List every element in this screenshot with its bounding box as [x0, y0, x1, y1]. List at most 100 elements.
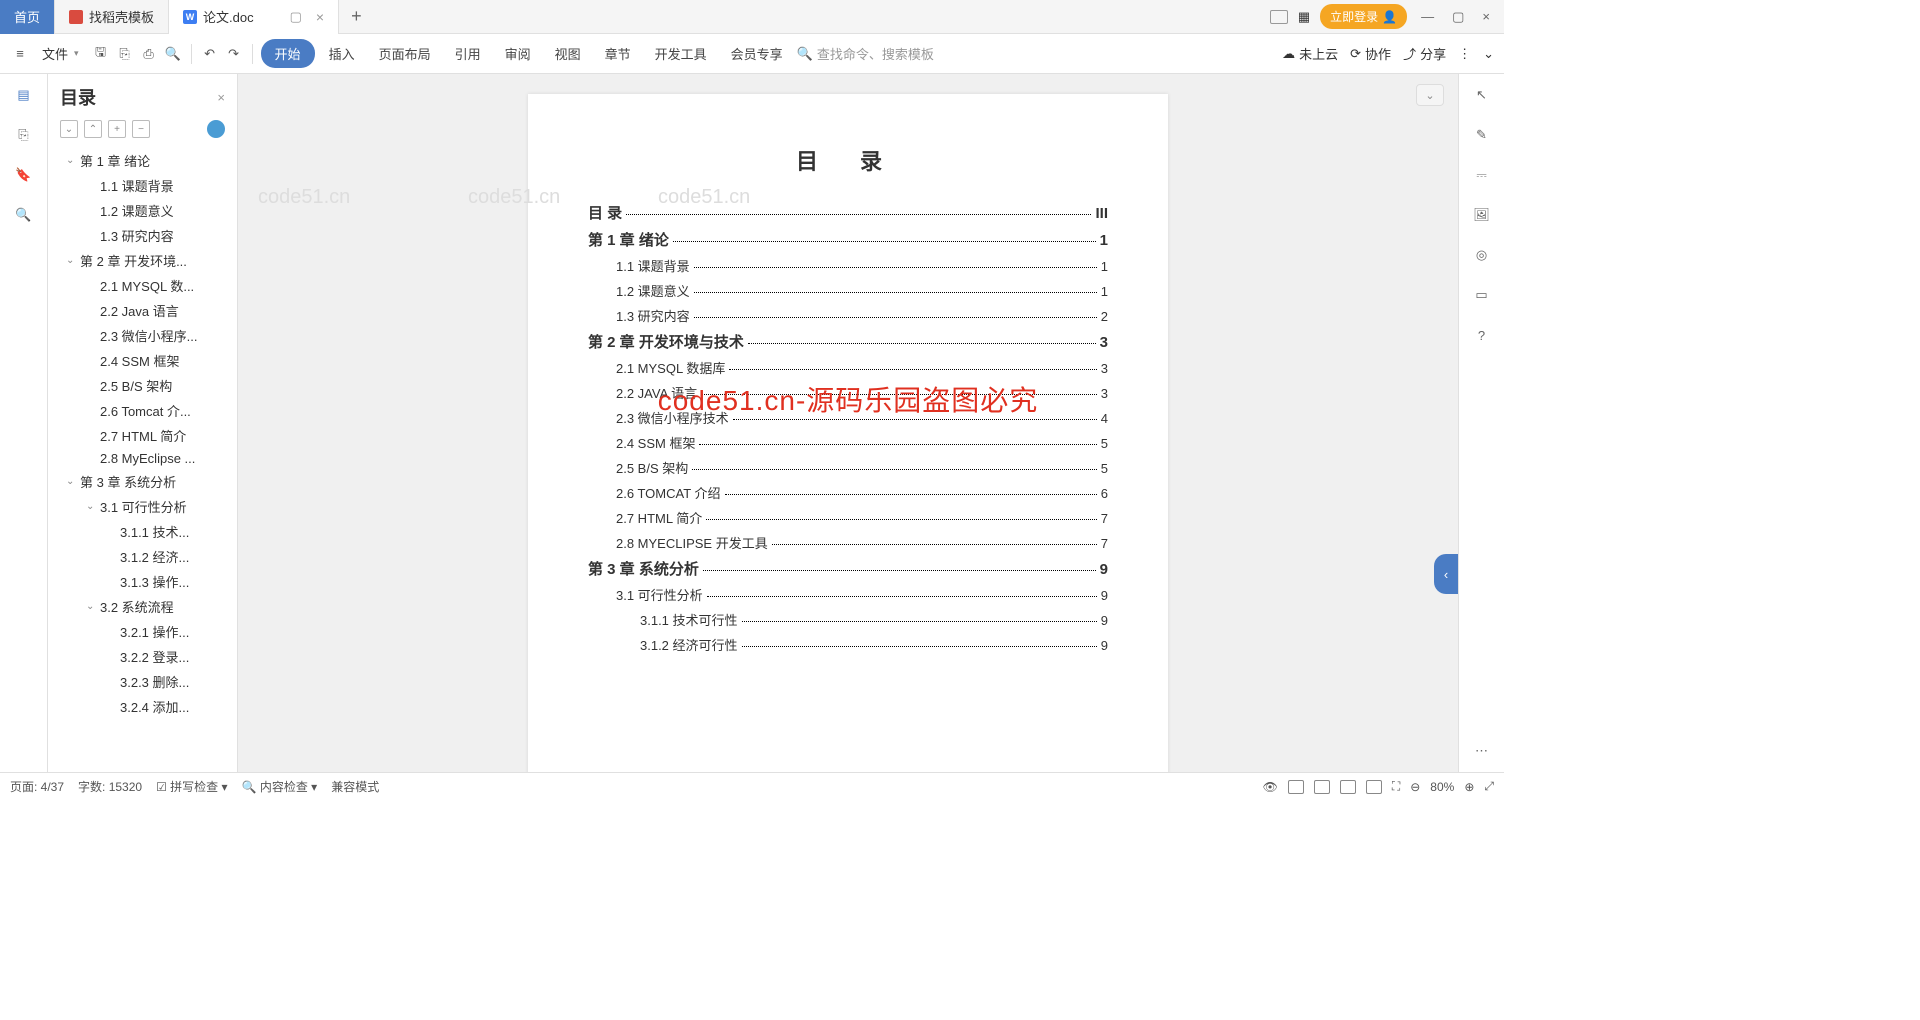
window-close-icon[interactable]: × — [1478, 9, 1494, 24]
side-tab-icon[interactable]: ‹ — [1434, 554, 1458, 594]
outline-item[interactable]: 3.2.3 删除... — [48, 669, 237, 694]
view-outline-icon[interactable] — [1314, 780, 1330, 794]
toc-line[interactable]: 3.1 可行性分析9 — [588, 585, 1108, 604]
outline-badge-icon[interactable] — [207, 120, 225, 138]
collab-button[interactable]: ⟳协作 — [1350, 44, 1391, 63]
tab-detach-icon[interactable]: ▢ — [290, 9, 302, 25]
outline-item[interactable]: 2.2 Java 语言 — [48, 298, 237, 323]
word-count[interactable]: 字数: 15320 — [78, 778, 142, 795]
eye-icon[interactable]: 👁 — [1263, 780, 1278, 794]
file-menu[interactable]: 文件▾ — [34, 40, 87, 67]
preview-icon[interactable]: 🔍 — [163, 44, 183, 64]
menu-layout[interactable]: 页面布局 — [369, 38, 441, 69]
outline-item[interactable]: 2.5 B/S 架构 — [48, 373, 237, 398]
help-icon[interactable]: ? — [1471, 324, 1493, 346]
outline-item[interactable]: 2.1 MYSQL 数... — [48, 273, 237, 298]
login-button[interactable]: 立即登录👤 — [1320, 4, 1407, 29]
maximize-icon[interactable]: ▢ — [1448, 9, 1468, 25]
outline-close-icon[interactable]: × — [217, 90, 225, 105]
outline-item[interactable]: ⌄第 3 章 系统分析 — [48, 469, 237, 494]
redo-icon[interactable]: ↷ — [224, 44, 244, 64]
toc-line[interactable]: 2.7 HTML 简介7 — [588, 508, 1108, 527]
tab-home[interactable]: 首页 — [0, 0, 55, 34]
menu-icon[interactable]: ≡ — [10, 44, 30, 64]
command-search[interactable]: 🔍查找命令、搜索模板 — [797, 44, 934, 63]
outline-rail-icon[interactable]: ▤ — [13, 84, 35, 106]
outline-item[interactable]: 2.6 Tomcat 介... — [48, 398, 237, 423]
zoom-fit-icon[interactable]: ⤢ — [1484, 779, 1494, 794]
read-mode-icon[interactable]: ▭ — [1471, 284, 1493, 306]
spellcheck-toggle[interactable]: ☑ 拼写检查 ▾ — [156, 778, 227, 795]
zoom-level[interactable]: 80% — [1430, 780, 1454, 794]
outline-item[interactable]: 2.7 HTML 简介 — [48, 423, 237, 448]
toc-line[interactable]: 目 录III — [588, 202, 1108, 223]
menu-devtools[interactable]: 开发工具 — [645, 38, 717, 69]
outline-item[interactable]: 2.4 SSM 框架 — [48, 348, 237, 373]
menu-start[interactable]: 开始 — [261, 39, 315, 68]
toc-line[interactable]: 2.3 微信小程序技术4 — [588, 408, 1108, 427]
outline-item[interactable]: 3.2.2 登录... — [48, 644, 237, 669]
toc-line[interactable]: 2.5 B/S 架构5 — [588, 458, 1108, 477]
toc-line[interactable]: 1.1 课题背景1 — [588, 256, 1108, 275]
pen-tool-icon[interactable]: ✎ — [1471, 124, 1493, 146]
outline-item[interactable]: ⌄第 1 章 绪论 — [48, 148, 237, 173]
outline-item[interactable]: ⌄3.1 可行性分析 — [48, 494, 237, 519]
toc-line[interactable]: 第 2 章 开发环境与技术3 — [588, 331, 1108, 352]
toc-line[interactable]: 2.1 MYSQL 数据库3 — [588, 358, 1108, 377]
page-options-icon[interactable]: ⌄ — [1416, 84, 1444, 106]
new-tab-button[interactable]: + — [339, 6, 374, 27]
collapse-all-icon[interactable]: ⌄ — [60, 120, 78, 138]
close-icon[interactable]: × — [316, 9, 324, 25]
toc-line[interactable]: 2.8 MYECLIPSE 开发工具7 — [588, 533, 1108, 552]
target-icon[interactable]: ◎ — [1471, 244, 1493, 266]
minimize-icon[interactable]: — — [1417, 9, 1438, 24]
search-rail-icon[interactable]: 🔍 — [13, 204, 35, 226]
toc-line[interactable]: 1.2 课题意义1 — [588, 281, 1108, 300]
select-tool-icon[interactable]: ↖ — [1471, 84, 1493, 106]
bookmark-rail-icon[interactable]: 🔖 — [13, 164, 35, 186]
outline-item[interactable]: 2.8 MyEclipse ... — [48, 448, 237, 469]
menu-review[interactable]: 审阅 — [495, 38, 541, 69]
toc-line[interactable]: 2.6 TOMCAT 介绍6 — [588, 483, 1108, 502]
toc-line[interactable]: 2.4 SSM 框架5 — [588, 433, 1108, 452]
save-icon[interactable]: 🖫 — [91, 44, 111, 64]
collapse-ribbon-icon[interactable]: ⌄ — [1483, 46, 1494, 62]
toc-line[interactable]: 2.2 JAVA 语言3 — [588, 383, 1108, 402]
outline-item[interactable]: 3.1.2 经济... — [48, 544, 237, 569]
layout-icon[interactable] — [1270, 10, 1288, 24]
outline-item[interactable]: 3.1.1 技术... — [48, 519, 237, 544]
apps-icon[interactable]: ▦ — [1298, 9, 1310, 25]
outline-item[interactable]: 3.1.3 操作... — [48, 569, 237, 594]
cloud-status[interactable]: ☁未上云 — [1282, 44, 1338, 63]
outline-item[interactable]: 1.2 课题意义 — [48, 198, 237, 223]
zoom-in-icon[interactable]: ⊕ — [1464, 780, 1474, 794]
menu-reference[interactable]: 引用 — [445, 38, 491, 69]
menu-member[interactable]: 会员专享 — [721, 38, 793, 69]
toc-line[interactable]: 1.3 研究内容2 — [588, 306, 1108, 325]
outline-item[interactable]: 3.2.4 添加... — [48, 694, 237, 719]
menu-view[interactable]: 视图 — [545, 38, 591, 69]
page-indicator[interactable]: 页面: 4/37 — [10, 778, 64, 795]
toc-line[interactable]: 3.1.1 技术可行性9 — [588, 610, 1108, 629]
expand-all-icon[interactable]: ⌃ — [84, 120, 102, 138]
outline-item[interactable]: 1.1 课题背景 — [48, 173, 237, 198]
outline-item[interactable]: ⌄3.2 系统流程 — [48, 594, 237, 619]
toc-line[interactable]: 第 3 章 系统分析9 — [588, 558, 1108, 579]
view-read-icon[interactable] — [1340, 780, 1356, 794]
toc-line[interactable]: 第 1 章 绪论1 — [588, 229, 1108, 250]
more-icon[interactable]: ⋮ — [1458, 46, 1471, 62]
content-check-toggle[interactable]: 🔍 内容检查 ▾ — [242, 778, 318, 795]
tab-template[interactable]: 找稻壳模板 — [55, 0, 169, 34]
add-heading-icon[interactable]: + — [108, 120, 126, 138]
compat-mode[interactable]: 兼容模式 — [331, 778, 379, 795]
share-button[interactable]: ⤴分享 — [1403, 44, 1446, 63]
document-canvas[interactable]: ⌄ 目 录 目 录III第 1 章 绪论11.1 课题背景11.2 课题意义11… — [238, 74, 1458, 772]
outline-item[interactable]: 3.2.1 操作... — [48, 619, 237, 644]
image-tool-icon[interactable]: 🖼 — [1471, 204, 1493, 226]
more-tools-icon[interactable]: ⋯ — [1471, 740, 1493, 762]
fit-icon[interactable]: ⛶ — [1392, 779, 1400, 794]
tab-document[interactable]: W 论文.doc ▢ × — [169, 0, 339, 34]
undo-icon[interactable]: ↶ — [200, 44, 220, 64]
export-icon[interactable]: ⎘ — [115, 44, 135, 64]
outline-item[interactable]: 2.3 微信小程序... — [48, 323, 237, 348]
